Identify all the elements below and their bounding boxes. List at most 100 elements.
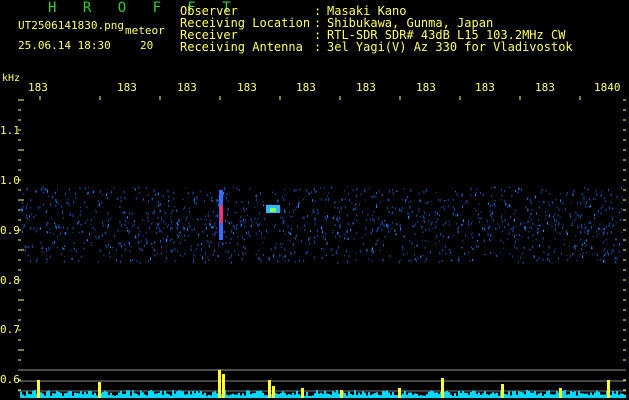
noise-speck	[28, 219, 30, 221]
noise-speck	[409, 212, 411, 214]
noise-speck	[416, 214, 418, 218]
noise-speck	[142, 235, 144, 237]
noise-speck	[527, 220, 529, 223]
noise-speck	[615, 238, 617, 241]
noise-speck	[403, 188, 405, 190]
noise-speck	[544, 218, 546, 220]
noise-speck	[363, 190, 365, 193]
noise-speck	[224, 230, 225, 234]
noise-speck	[217, 196, 219, 198]
noise-speck	[102, 233, 103, 237]
noise-speck	[223, 192, 225, 195]
noise-speck	[33, 227, 35, 230]
signal-bar	[120, 391, 122, 398]
noise-speck	[56, 201, 58, 204]
noise-speck	[420, 226, 422, 229]
noise-speck	[202, 256, 203, 260]
noise-speck	[163, 220, 165, 223]
signal-bar	[110, 392, 112, 398]
noise-speck	[360, 193, 362, 196]
noise-speck	[284, 209, 286, 212]
noise-speck	[504, 189, 506, 193]
signal-bar	[586, 393, 588, 398]
noise-speck	[250, 225, 252, 227]
noise-speck	[602, 205, 604, 207]
noise-speck	[57, 189, 58, 191]
noise-speck	[311, 191, 313, 194]
signal-bar	[150, 390, 152, 398]
noise-speck	[483, 224, 485, 226]
signal-bar	[610, 394, 612, 398]
signal-spike	[398, 388, 401, 398]
noise-speck	[268, 257, 270, 260]
noise-speck	[410, 189, 412, 192]
signal-bar	[290, 394, 292, 398]
noise-speck	[308, 192, 310, 194]
noise-speck	[515, 225, 517, 228]
signal-bar	[200, 390, 202, 398]
noise-speck	[304, 229, 306, 231]
signal-bar	[344, 392, 346, 398]
noise-speck	[255, 221, 257, 224]
signal-bar	[320, 392, 322, 398]
signal-bar	[92, 394, 94, 398]
noise-speck	[576, 201, 578, 204]
noise-speck	[527, 231, 529, 233]
noise-speck	[47, 222, 49, 225]
noise-speck	[560, 199, 562, 203]
noise-speck	[216, 214, 218, 217]
noise-speck	[452, 206, 454, 209]
noise-speck	[529, 248, 531, 251]
noise-speck	[584, 187, 586, 189]
noise-speck	[327, 195, 329, 197]
noise-speck	[417, 258, 419, 260]
signal-bar	[234, 394, 236, 398]
noise-speck	[227, 213, 229, 217]
signal-bar	[528, 390, 530, 398]
noise-speck	[27, 254, 29, 257]
noise-speck	[434, 210, 436, 214]
noise-speck	[80, 206, 81, 209]
signal-bar	[444, 391, 446, 398]
noise-speck	[289, 231, 290, 235]
noise-speck	[229, 256, 231, 260]
noise-speck	[507, 238, 509, 240]
signal-bar	[50, 395, 52, 398]
y-tick-1: 1.1	[0, 124, 20, 137]
noise-speck	[504, 199, 506, 203]
signal-spike	[501, 384, 504, 398]
meteor-core-2	[270, 208, 276, 212]
noise-speck	[77, 222, 79, 225]
noise-speck	[489, 239, 491, 241]
noise-speck	[249, 188, 251, 190]
noise-speck	[86, 206, 88, 209]
noise-speck	[255, 253, 257, 256]
signal-bar	[180, 390, 182, 398]
noise-speck	[352, 222, 354, 225]
noise-speck	[284, 188, 286, 190]
meteor-core-1	[220, 205, 223, 223]
noise-speck	[200, 248, 202, 251]
noise-speck	[121, 255, 123, 257]
noise-speck	[137, 226, 139, 229]
noise-speck	[585, 244, 587, 247]
signal-bar	[506, 394, 508, 398]
signal-bar	[190, 394, 192, 398]
noise-speck	[212, 253, 214, 256]
noise-speck	[387, 198, 389, 201]
noise-speck	[447, 235, 449, 239]
noise-speck	[236, 227, 238, 230]
noise-speck	[67, 203, 69, 205]
noise-speck	[129, 212, 131, 215]
signal-bar	[550, 394, 552, 398]
noise-speck	[44, 188, 46, 191]
noise-speck	[165, 223, 167, 225]
noise-speck	[543, 201, 545, 203]
signal-bar	[42, 393, 44, 398]
noise-speck	[450, 250, 452, 254]
noise-speck	[552, 201, 553, 204]
signal-bar	[532, 392, 534, 398]
signal-spike	[37, 380, 40, 398]
signal-bar	[426, 394, 428, 398]
noise-speck	[159, 229, 161, 233]
